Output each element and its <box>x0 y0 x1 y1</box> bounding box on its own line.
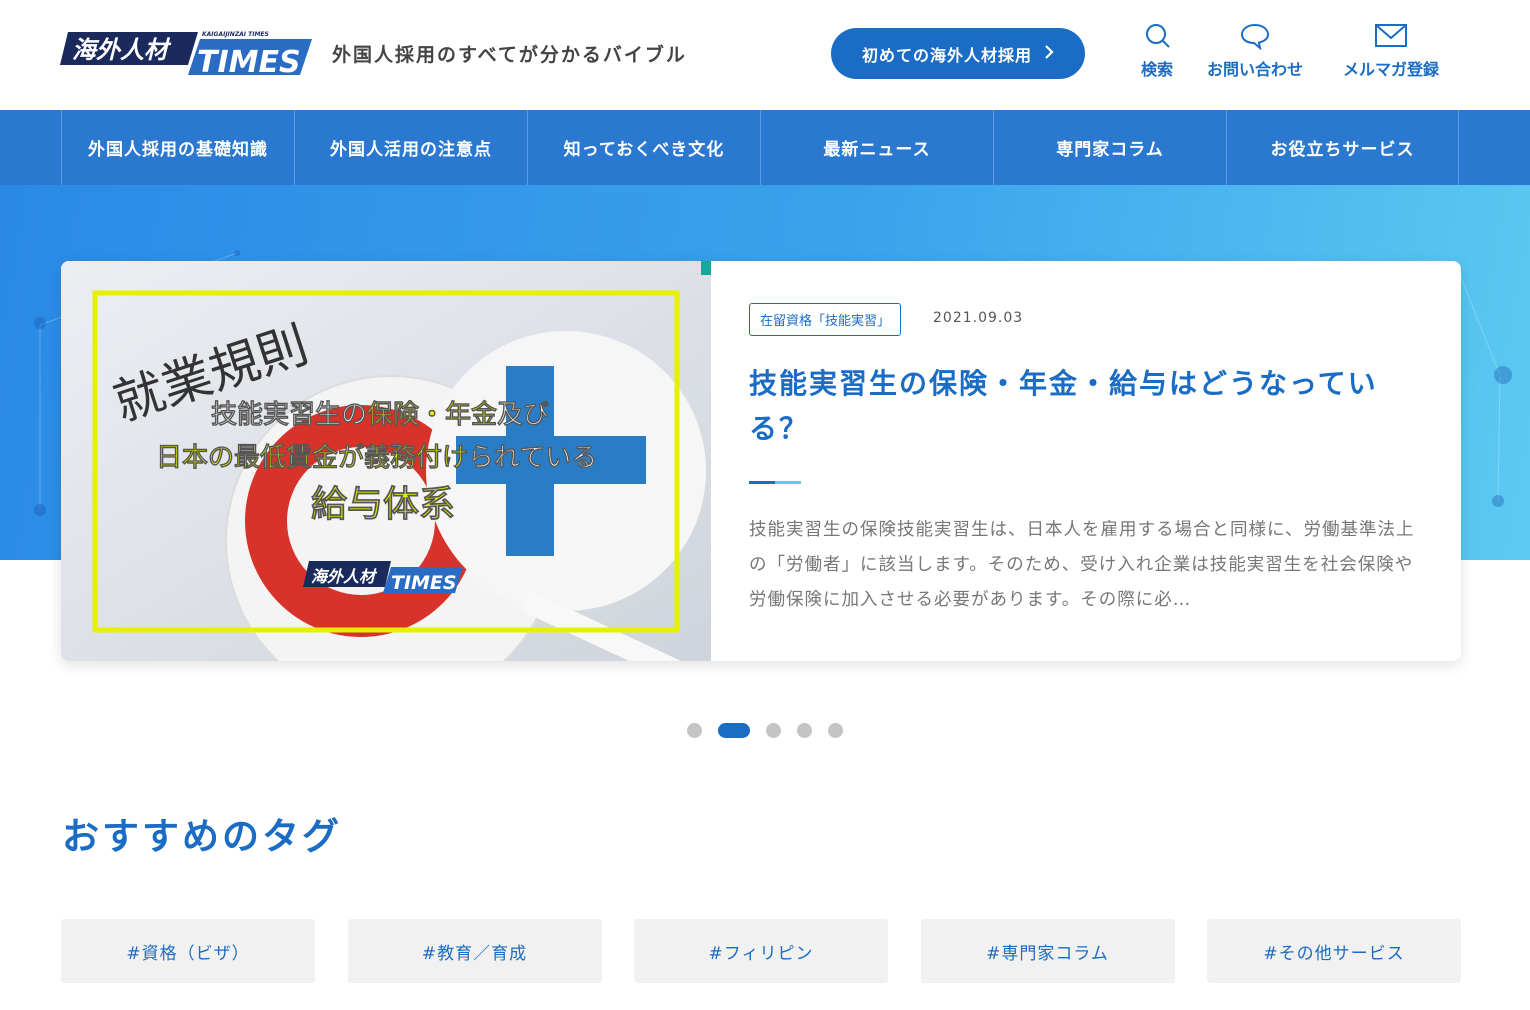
image-logo-main: 海外人材 <box>311 567 378 586</box>
contact-button[interactable]: お問い合わせ <box>1207 22 1303 80</box>
title-underline <box>749 481 801 484</box>
carousel-dot-5[interactable] <box>828 723 843 738</box>
contact-label: お問い合わせ <box>1207 60 1304 79</box>
image-line1-yellow: 保険・年金 <box>366 399 498 430</box>
logo-sub-text: KAIGAIJINZAI TIMES <box>202 31 269 38</box>
cta-label: 初めての海外人材採用 <box>861 45 1032 65</box>
image-line1-white: 技能実習生の <box>211 399 367 430</box>
article-thumbnail: 就業規則 技能実習生の保険・年金及び 日本の最低賃金が義務付けられている 給与体… <box>61 261 711 661</box>
nav-item-basics[interactable]: 外国人採用の基礎知識 <box>61 110 294 185</box>
recommended-tags-title: おすすめのタグ <box>62 815 342 858</box>
search-label: 検索 <box>1141 60 1174 79</box>
featured-article-text: 在留資格「技能実習」 2021.09.03 技能実習生の保険・年金・給与はどうな… <box>749 261 1429 661</box>
tag-philippines[interactable]: #フィリピン <box>634 919 888 983</box>
main-nav: 外国人採用の基礎知識 外国人活用の注意点 知っておくべき文化 最新ニュース 専門… <box>0 110 1530 185</box>
image-line2-tail: られている <box>468 443 597 473</box>
first-time-recruit-button[interactable]: 初めての海外人材採用 <box>831 28 1085 79</box>
search-icon <box>1146 24 1170 48</box>
tag-education[interactable]: #教育／育成 <box>347 919 602 983</box>
site-logo[interactable]: 海外人材 TIMES KAIGAIJINZAI TIMES <box>60 27 312 80</box>
tag-other-services[interactable]: #その他サービス <box>1207 919 1461 983</box>
carousel-dot-1[interactable] <box>687 723 702 738</box>
featured-article-card[interactable]: 就業規則 技能実習生の保険・年金及び 日本の最低賃金が義務付けられている 給与体… <box>61 261 1461 661</box>
svg-text:日本の最低賃金が義務付けられている: 日本の最低賃金が義務付けられている <box>156 442 597 473</box>
logo-times-text: TIMES <box>197 45 301 77</box>
logo-graphic: 海外人材 TIMES KAIGAIJINZAI TIMES <box>60 31 312 80</box>
mail-icon <box>1375 24 1407 47</box>
image-line3: 給与体系 <box>311 484 455 525</box>
nav-item-expert-column[interactable]: 専門家コラム <box>993 110 1226 185</box>
nav-item-cautions[interactable]: 外国人活用の注意点 <box>294 110 527 185</box>
article-date: 2021.09.03 <box>933 310 1024 326</box>
image-line2-yellow: 日本の最低賃金が義務付け <box>156 442 468 473</box>
search-button[interactable]: 検索 <box>1141 22 1173 80</box>
carousel-dot-2[interactable] <box>718 723 750 738</box>
newsletter-label: メルマガ登録 <box>1343 60 1440 79</box>
recommended-tags-list: #資格（ビザ） #教育／育成 #フィリピン #専門家コラム #その他サービス <box>61 919 1461 983</box>
article-title[interactable]: 技能実習生の保険・年金・給与はどうなっている？ <box>749 361 1419 451</box>
article-excerpt: 技能実習生の保険技能実習生は、日本人を雇用する場合と同様に、労働基準法上の「労働… <box>749 520 1415 610</box>
chevron-right-icon <box>1044 44 1054 63</box>
tag-visa[interactable]: #資格（ビザ） <box>61 919 315 983</box>
site-tagline: 外国人採用のすべてが分かるバイブル <box>332 44 687 66</box>
nav-item-services[interactable]: お役立ちサービス <box>1226 110 1459 185</box>
logo-main-text: 海外人材 <box>72 36 172 64</box>
nav-item-culture[interactable]: 知っておくべき文化 <box>527 110 760 185</box>
newsletter-button[interactable]: メルマガ登録 <box>1343 22 1439 80</box>
nav-item-news[interactable]: 最新ニュース <box>760 110 993 185</box>
image-line1-tail: 及び <box>497 400 549 430</box>
image-logo-times: TIMES <box>391 572 457 594</box>
svg-text:技能実習生の保険・年金及び: 技能実習生の保険・年金及び <box>211 399 549 430</box>
featured-article-image[interactable]: 就業規則 技能実習生の保険・年金及び 日本の最低賃金が義務付けられている 給与体… <box>61 261 711 661</box>
carousel-dot-4[interactable] <box>797 723 812 738</box>
category-tag[interactable]: 在留資格「技能実習」 <box>749 303 902 336</box>
speech-bubble-icon <box>1240 23 1270 50</box>
site-header: 海外人材 TIMES KAIGAIJINZAI TIMES 外国人採用のすべてが… <box>0 0 1530 110</box>
carousel-dot-3[interactable] <box>766 723 781 738</box>
tag-expert-column[interactable]: #専門家コラム <box>920 919 1175 983</box>
carousel-pagination <box>0 723 1530 738</box>
